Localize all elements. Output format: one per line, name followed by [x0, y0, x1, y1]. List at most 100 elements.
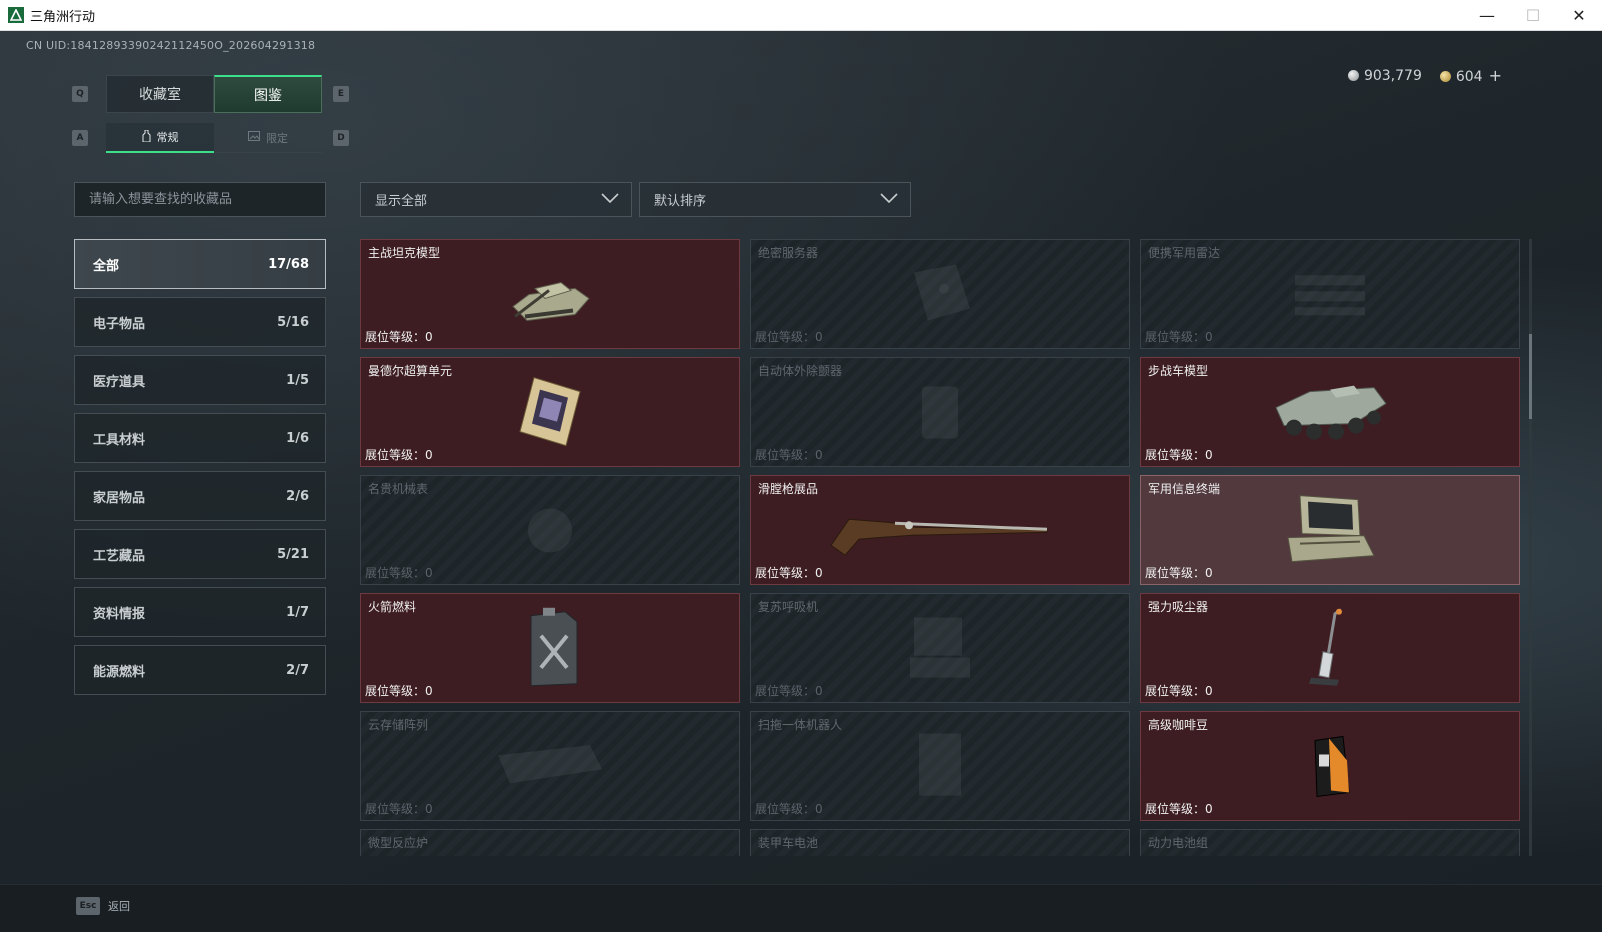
- item-name: 主战坦克模型: [368, 246, 441, 260]
- category-list: 全部 17/68 电子物品 5/16 医疗道具 1/5 工具材料 1/6 家居物品 2/6…: [74, 239, 326, 703]
- tab-catalog[interactable]: 图鉴: [214, 75, 322, 113]
- chevron-down-icon: [601, 192, 619, 207]
- item-card-tank-model[interactable]: 主战坦克模型 展位等级：0: [360, 239, 740, 349]
- item-name: 复苏呼吸机: [758, 600, 819, 614]
- category-electronics[interactable]: 电子物品 5/16: [74, 297, 326, 347]
- item-name: 绝密服务器: [758, 246, 819, 260]
- display-level: 展位等级：0: [365, 800, 433, 817]
- gold-amount: 604: [1455, 69, 1483, 85]
- level-label: 展位等级：: [755, 802, 816, 816]
- watch-icon: [520, 494, 580, 568]
- item-name: 微型反应炉: [368, 836, 429, 850]
- vacuum-icon: [1305, 606, 1355, 694]
- display-level: 展位等级：0: [1145, 682, 1213, 699]
- gold-balance: 604 +: [1439, 66, 1502, 85]
- level-value: 0: [425, 448, 433, 462]
- sub-tabs: 常规 限定: [106, 123, 322, 153]
- item-card-mandel-supercomputer[interactable]: 曼德尔超算单元 展位等级：0: [360, 357, 740, 467]
- bottom-bar: Esc 返回: [0, 884, 1602, 932]
- tab-regular-label: 常规: [156, 131, 179, 144]
- category-tools[interactable]: 工具材料 1/6: [74, 413, 326, 463]
- category-label: 医疗道具: [93, 374, 146, 390]
- item-card-ventilator[interactable]: 复苏呼吸机 展位等级：0: [750, 593, 1130, 703]
- level-label: 展位等级：: [365, 566, 426, 580]
- display-level: 展位等级：0: [1145, 564, 1213, 581]
- radar-icon: [1285, 263, 1375, 327]
- level-label: 展位等级：: [1145, 448, 1206, 462]
- item-card-aed[interactable]: 自动体外除颤器 展位等级：0: [750, 357, 1130, 467]
- category-count: 1/7: [286, 604, 309, 620]
- collection-screen: CN UID:18412893390242112450O_20260429131…: [0, 31, 1602, 884]
- item-card-musket-exhibit[interactable]: 滑膛枪展品 展位等级：0: [750, 475, 1130, 585]
- tab-regular[interactable]: 常规: [106, 123, 214, 153]
- item-card-cloud-storage-array[interactable]: 云存储阵列 展位等级：0: [360, 711, 740, 821]
- back-button[interactable]: Esc 返回: [76, 897, 130, 915]
- item-card-vacuum-cleaner[interactable]: 强力吸尘器 展位等级：0: [1140, 593, 1520, 703]
- category-label: 资料情报: [93, 606, 146, 622]
- item-card-premium-coffee-beans[interactable]: 高级咖啡豆 展位等级：0: [1140, 711, 1520, 821]
- level-value: 0: [815, 448, 823, 462]
- level-value: 0: [1205, 802, 1213, 816]
- display-level: 展位等级：0: [365, 328, 433, 345]
- maximize-button[interactable]: ☐: [1510, 0, 1556, 31]
- item-name: 火箭燃料: [368, 600, 417, 614]
- item-card-portable-radar[interactable]: 便携军用雷达 展位等级：0: [1140, 239, 1520, 349]
- level-label: 展位等级：: [365, 802, 426, 816]
- close-button[interactable]: ✕: [1556, 0, 1602, 31]
- level-value: 0: [815, 566, 823, 580]
- add-currency-button[interactable]: +: [1489, 66, 1502, 85]
- show-filter-dropdown[interactable]: 显示全部: [360, 182, 632, 217]
- item-card-rocket-fuel[interactable]: 火箭燃料 展位等级：0: [360, 593, 740, 703]
- cpu-icon: [510, 374, 590, 454]
- level-label: 展位等级：: [1145, 684, 1206, 698]
- item-name: 滑膛枪展品: [758, 482, 819, 496]
- item-card-robot-vacuum-mop[interactable]: 扫拖一体机器人 展位等级：0: [750, 711, 1130, 821]
- item-card-micro-reactor[interactable]: 微型反应炉: [360, 829, 740, 856]
- server-icon: [900, 258, 980, 332]
- category-label: 电子物品: [93, 316, 146, 332]
- display-level: 展位等级：0: [755, 800, 823, 817]
- grid-scrollbar-thumb[interactable]: [1529, 334, 1532, 419]
- tank-icon: [505, 258, 595, 332]
- item-name: 动力电池组: [1148, 836, 1209, 850]
- coffee-bag-icon: [1305, 730, 1355, 804]
- category-medical[interactable]: 医疗道具 1/5: [74, 355, 326, 405]
- tab-limited[interactable]: 限定: [214, 123, 322, 153]
- item-card-top-secret-server[interactable]: 绝密服务器 展位等级：0: [750, 239, 1130, 349]
- display-level: 展位等级：0: [365, 446, 433, 463]
- item-card-ifv-model[interactable]: 步战车模型 展位等级：0: [1140, 357, 1520, 467]
- show-filter-value: 显示全部: [375, 194, 428, 209]
- item-card-luxury-watch[interactable]: 名贵机械表 展位等级：0: [360, 475, 740, 585]
- display-level: 展位等级：0: [1145, 800, 1213, 817]
- grid-scrollbar[interactable]: [1529, 239, 1532, 856]
- category-home[interactable]: 家居物品 2/6: [74, 471, 326, 521]
- item-name: 军用信息终端: [1148, 482, 1221, 496]
- item-card-armored-vehicle-battery[interactable]: 装甲车电池: [750, 829, 1130, 856]
- item-name: 装甲车电池: [758, 836, 819, 850]
- level-value: 0: [1205, 566, 1213, 580]
- storage-icon: [490, 735, 610, 799]
- sort-dropdown[interactable]: 默认排序: [639, 182, 911, 217]
- item-card-military-terminal[interactable]: 军用信息终端 展位等级：0: [1140, 475, 1520, 585]
- picture-icon: [248, 131, 260, 144]
- category-energy[interactable]: 能源燃料 2/7: [74, 645, 326, 695]
- gold-coin-icon: [1439, 71, 1451, 82]
- category-label: 全部: [93, 258, 120, 274]
- item-name: 曼德尔超算单元: [368, 364, 453, 378]
- level-value: 0: [815, 684, 823, 698]
- category-crafts[interactable]: 工艺藏品 5/21: [74, 529, 326, 579]
- currency-bar: 903,779 604 +: [1347, 66, 1502, 85]
- item-name: 名贵机械表: [368, 482, 429, 496]
- fuel-can-icon: [515, 606, 585, 694]
- category-intel[interactable]: 资料情报 1/7: [74, 587, 326, 637]
- minimize-button[interactable]: —: [1464, 0, 1510, 31]
- window-titlebar: 三角洲行动 — ☐ ✕: [0, 0, 1602, 31]
- display-level: 展位等级：0: [365, 564, 433, 581]
- collection-search-input[interactable]: [74, 182, 326, 217]
- category-label: 工艺藏品: [93, 548, 146, 564]
- item-card-power-battery-pack[interactable]: 动力电池组: [1140, 829, 1520, 856]
- musket-icon: [825, 499, 1055, 563]
- silver-balance: 903,779: [1347, 68, 1422, 84]
- tab-collection-room[interactable]: 收藏室: [106, 75, 214, 113]
- category-all[interactable]: 全部 17/68: [74, 239, 326, 289]
